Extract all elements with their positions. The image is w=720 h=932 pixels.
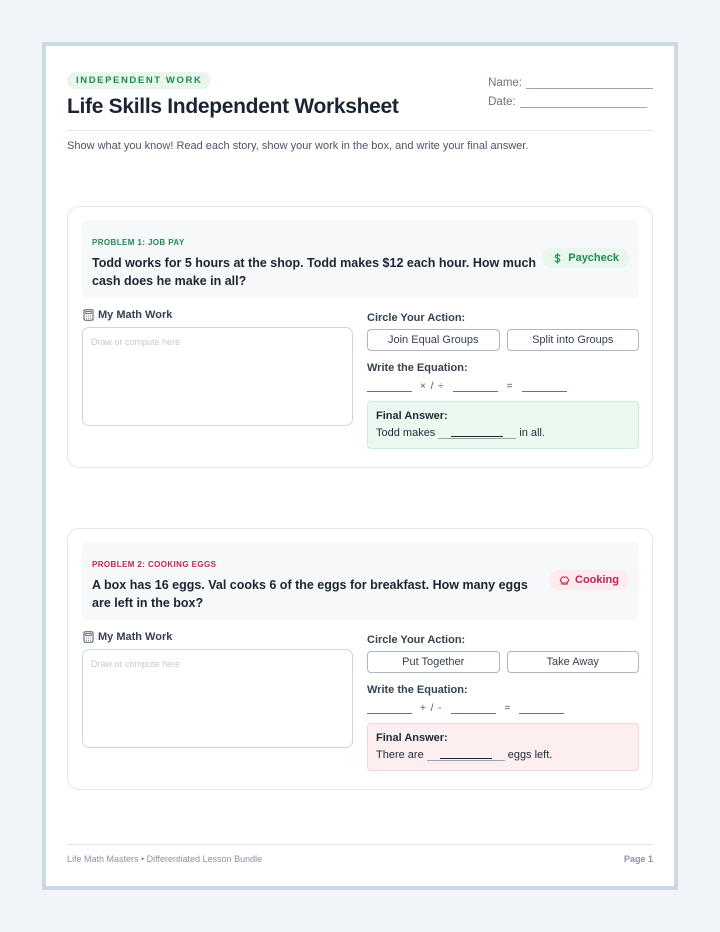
problem-text: Todd works for 5 hours at the shop. Todd…: [92, 256, 537, 288]
final-answer-line: There are eggs left.: [376, 749, 630, 761]
equation-label: Write the Equation:: [367, 362, 468, 374]
problem-label: PROBLEM 2: COOKING EGGS: [92, 560, 217, 569]
action-buttons: Put Together Take Away: [367, 651, 639, 673]
equation-blank-3[interactable]: [519, 704, 565, 714]
worksheet-header: INDEPENDENT WORK Life Skills Independent…: [67, 70, 653, 119]
story-panel: PROBLEM 2: COOKING EGGS A box has 16 egg…: [82, 542, 639, 620]
answer-prefix: Todd makes: [376, 427, 436, 439]
math-work-box[interactable]: Draw or compute here: [82, 649, 353, 748]
equation-label: Write the Equation:: [367, 684, 468, 696]
equation-row: + / - =: [367, 700, 639, 714]
date-row: Date:: [488, 89, 653, 108]
answer-section: Circle Your Action: Put Together Take Aw…: [367, 634, 639, 771]
final-answer-label: Final Answer:: [376, 410, 448, 422]
instructions-text: Show what you know! Read each story, sho…: [67, 140, 529, 152]
action-label: Circle Your Action:: [367, 634, 466, 646]
equation-blank-3[interactable]: [521, 382, 567, 392]
equation-blank-2[interactable]: [450, 704, 496, 714]
final-answer-label: Final Answer:: [376, 732, 448, 744]
math-work-box[interactable]: Draw or compute here: [82, 327, 353, 426]
date-field[interactable]: [519, 96, 647, 108]
problem-card-2: PROBLEM 2: COOKING EGGS A box has 16 egg…: [67, 528, 653, 790]
answer-blank[interactable]: [426, 749, 505, 761]
answer-prefix: There are: [376, 749, 424, 761]
equation-operators: × / ÷: [420, 381, 445, 392]
dollar-icon: [554, 252, 561, 264]
calculator-icon: [83, 631, 94, 643]
action-button-join-equal-groups[interactable]: Join Equal Groups: [367, 329, 500, 351]
problem-label: PROBLEM 1: JOB PAY: [92, 238, 185, 247]
action-button-take-away[interactable]: Take Away: [506, 651, 639, 673]
final-answer-line: Todd makes in all.: [376, 427, 630, 439]
story-panel: PROBLEM 1: JOB PAY Todd works for 5 hour…: [82, 220, 639, 298]
equation-row: × / ÷ =: [367, 378, 639, 392]
work-label: My Math Work: [83, 631, 172, 643]
work-label: My Math Work: [83, 309, 172, 321]
action-label: Circle Your Action:: [367, 312, 466, 324]
final-answer-box: Final Answer: Todd makes in all.: [367, 401, 639, 449]
name-date-block: Name: Date:: [488, 70, 653, 108]
header-divider: [67, 130, 653, 131]
equation-operators: + / -: [420, 703, 443, 714]
work-placeholder: Draw or compute here: [91, 659, 181, 669]
answer-suffix: in all.: [519, 427, 545, 439]
action-button-split-into-groups[interactable]: Split into Groups: [506, 329, 639, 351]
calculator-icon: [83, 309, 94, 321]
page-number: Page 1: [623, 854, 653, 864]
work-label-text: My Math Work: [98, 631, 173, 643]
answer-suffix: eggs left.: [507, 749, 553, 761]
equals-sign: =: [504, 703, 511, 714]
name-row: Name:: [488, 70, 653, 89]
equation-blank-1[interactable]: [367, 704, 412, 714]
topic-tag-label: Cooking: [575, 574, 619, 586]
answer-blank[interactable]: [438, 427, 517, 439]
final-answer-box: Final Answer: There are eggs left.: [367, 723, 639, 771]
independent-work-badge: INDEPENDENT WORK: [67, 72, 212, 89]
problem-text: A box has 16 eggs. Val cooks 6 of the eg…: [92, 578, 528, 610]
worksheet-page: INDEPENDENT WORK Life Skills Independent…: [42, 42, 678, 890]
footer-credit: Life Math Masters • Differentiated Lesso…: [67, 854, 263, 864]
chef-hat-icon: [559, 575, 570, 585]
name-field[interactable]: [526, 77, 653, 89]
date-label: Date:: [488, 96, 516, 108]
equation-blank-1[interactable]: [367, 382, 412, 392]
name-label: Name:: [488, 77, 522, 89]
equals-sign: =: [506, 381, 513, 392]
equation-blank-2[interactable]: [452, 382, 498, 392]
footer-divider: [67, 844, 653, 845]
work-label-text: My Math Work: [98, 309, 173, 321]
answer-section: Circle Your Action: Join Equal Groups Sp…: [367, 312, 639, 449]
topic-tag-label: Paycheck: [568, 252, 619, 264]
work-placeholder: Draw or compute here: [91, 337, 181, 347]
problem-card-1: PROBLEM 1: JOB PAY Todd works for 5 hour…: [67, 206, 653, 468]
topic-tag: Paycheck: [542, 248, 629, 268]
topic-tag: Cooking: [549, 570, 629, 590]
action-buttons: Join Equal Groups Split into Groups: [367, 329, 639, 351]
action-button-put-together[interactable]: Put Together: [367, 651, 500, 673]
